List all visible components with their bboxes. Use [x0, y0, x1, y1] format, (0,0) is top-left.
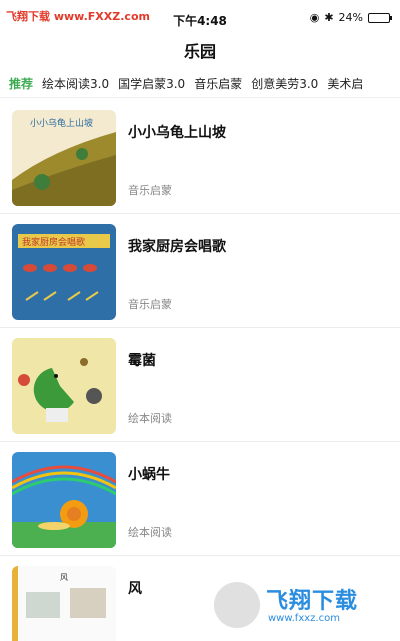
list-item[interactable]: 霉菌 绘本阅读	[0, 328, 400, 442]
battery-percent: 24%	[338, 11, 363, 24]
tab-art[interactable]: 美术启	[327, 72, 363, 97]
bluetooth-icon: ✱	[324, 11, 334, 24]
category-tabs: 推荐 绘本阅读3.0 国学启蒙3.0 音乐启蒙 创意美劳3.0 美术启	[0, 72, 400, 98]
item-category: 绘本阅读	[128, 526, 172, 539]
item-title: 霉菌	[128, 353, 156, 369]
item-title: 风	[128, 581, 142, 597]
item-category: 音乐启蒙	[128, 184, 172, 197]
tab-music[interactable]: 音乐启蒙	[194, 72, 242, 97]
content-list: 小小乌龟上山坡 小小乌龟上山坡 音乐启蒙 我家厨房会唱歌 我家厨房会唱歌 音乐启…	[0, 100, 400, 641]
tab-creative-art[interactable]: 创意美劳3.0	[251, 72, 318, 97]
thumb-title-kitchen: 我家厨房会唱歌	[22, 236, 85, 248]
list-item[interactable]: 小蜗牛 绘本阅读	[0, 442, 400, 556]
item-category: 音乐启蒙	[128, 298, 172, 311]
tab-chinese-classics[interactable]: 国学启蒙3.0	[118, 72, 185, 97]
thumbnail-kitchen: 我家厨房会唱歌	[12, 224, 116, 320]
status-right: ◉ ✱ 24%	[309, 11, 392, 24]
watermark-logo: 飞翔下载 www.fxxz.com	[210, 577, 390, 633]
page-title: 乐园	[183, 42, 216, 61]
status-bar: 飞翔下载 www.FXXZ.com 下午4:48 ◉ ✱ 24%	[0, 0, 400, 34]
item-title: 小小乌龟上山坡	[128, 125, 226, 141]
thumbnail-wind: 风	[12, 566, 116, 641]
watermark-logo-icon	[214, 582, 260, 628]
thumbnail-snail	[12, 452, 116, 548]
lock-rotation-icon: ◉	[309, 11, 320, 24]
item-title: 我家厨房会唱歌	[128, 239, 226, 255]
thumbnail-mold	[12, 338, 116, 434]
tab-picture-book[interactable]: 绘本阅读3.0	[42, 72, 109, 97]
item-title: 小蜗牛	[128, 467, 170, 483]
thumb-title-turtle: 小小乌龟上山坡	[30, 117, 93, 129]
thumbnail-turtle: 小小乌龟上山坡	[12, 110, 116, 206]
tab-recommend[interactable]: 推荐	[9, 72, 33, 97]
watermark-logo-url: www.fxxz.com	[268, 613, 340, 624]
battery-icon	[368, 12, 392, 23]
item-category: 绘本阅读	[128, 412, 172, 425]
watermark-logo-text: 飞翔下载	[266, 589, 359, 614]
list-item[interactable]: 我家厨房会唱歌 我家厨房会唱歌 音乐启蒙	[0, 214, 400, 328]
list-item[interactable]: 小小乌龟上山坡 小小乌龟上山坡 音乐启蒙	[0, 100, 400, 214]
thumb-title-wind: 风	[60, 573, 68, 582]
